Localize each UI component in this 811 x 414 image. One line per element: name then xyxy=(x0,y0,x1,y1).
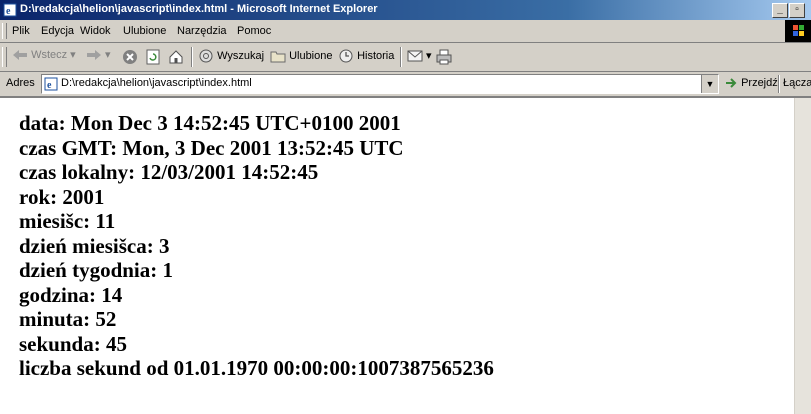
menu-bar: Plik Edycja Widok Ulubione Narzędzia Pom… xyxy=(0,20,811,43)
toolbar-separator xyxy=(191,47,193,67)
menu-pomoc[interactable]: Pomoc xyxy=(237,25,271,37)
menu-narzedzia[interactable]: Narzędzia xyxy=(177,25,227,37)
go-button[interactable]: Przejdź xyxy=(724,76,778,90)
forward-button[interactable]: ▾ xyxy=(86,48,111,62)
menu-ulubione[interactable]: Ulubione xyxy=(123,25,166,37)
menu-grip xyxy=(2,23,7,39)
favorites-folder-icon xyxy=(270,51,286,63)
print-icon[interactable] xyxy=(436,49,452,65)
back-label: Wstecz xyxy=(31,49,68,61)
line-rok: rok: 2001 xyxy=(19,184,105,209)
go-label: Przejdź xyxy=(741,76,778,89)
history-icon xyxy=(339,49,353,63)
address-input[interactable]: e D:\redakcja\helion\javascript\index.ht… xyxy=(41,74,719,94)
menu-edycja[interactable]: Edycja xyxy=(41,25,74,37)
line-data: data: Mon Dec 3 14:52:45 UTC+0100 2001 xyxy=(19,111,401,135)
page-content: data: Mon Dec 3 14:52:45 UTC+0100 2001 c… xyxy=(0,96,811,414)
line-dzien-tygodnia: dzień tygodnia: 1 xyxy=(19,258,174,282)
standard-toolbar: Wstecz ▾ ▾ Wyszukaj Ulubione Historia ▾ xyxy=(0,42,811,72)
windows-logo-icon xyxy=(785,20,811,42)
line-godzina: godzina: 14 xyxy=(19,282,123,307)
favorites-button[interactable]: Ulubione xyxy=(270,48,332,64)
svg-text:e: e xyxy=(47,80,52,91)
minimize-button[interactable]: _ xyxy=(772,3,788,18)
mail-icon xyxy=(407,50,423,62)
stop-icon[interactable] xyxy=(122,49,138,65)
chevron-down-icon[interactable]: ▼ xyxy=(701,75,718,93)
line-sekunda: sekunda: 45 xyxy=(19,331,127,356)
restore-button[interactable]: ▫ xyxy=(789,3,805,18)
toolbar-separator xyxy=(400,47,402,67)
address-label: Adres xyxy=(6,77,35,89)
ie-page-icon: e xyxy=(44,77,58,91)
line-dzien-miesiaca: dzień miesišca: 3 xyxy=(19,233,170,258)
line-miesiac: miesišc: 11 xyxy=(19,209,116,233)
address-bar: Adres e D:\redakcja\helion\javascript\in… xyxy=(0,71,811,96)
refresh-icon[interactable] xyxy=(145,49,161,65)
search-icon xyxy=(199,49,213,63)
line-czas-lokalny: czas lokalny: 12/03/2001 14:52:45 xyxy=(19,160,319,184)
back-button[interactable]: Wstecz ▾ xyxy=(12,48,76,62)
history-button[interactable]: Historia xyxy=(338,48,394,64)
home-icon[interactable] xyxy=(168,49,184,65)
line-liczba-sekund: liczba sekund od 01.01.1970 00:00:00:100… xyxy=(19,356,494,380)
search-label: Wyszukaj xyxy=(217,49,265,62)
arrow-right-icon xyxy=(87,50,101,61)
history-label: Historia xyxy=(357,49,395,62)
window-title: D:\redakcja\helion\javascript\index.html… xyxy=(20,3,378,15)
favorites-label: Ulubione xyxy=(289,49,333,62)
mail-button[interactable]: ▾ xyxy=(407,48,432,64)
title-bar: e D:\redakcja\helion\javascript\index.ht… xyxy=(0,0,811,20)
line-minuta: minuta: 52 xyxy=(19,307,117,331)
toolbar-grip xyxy=(2,47,7,67)
arrow-left-icon xyxy=(13,50,27,61)
links-button[interactable]: Łącza xyxy=(783,77,811,89)
address-value: D:\redakcja\helion\javascript\index.html xyxy=(61,77,252,89)
search-button[interactable]: Wyszukaj xyxy=(198,48,264,64)
menu-widok[interactable]: Widok xyxy=(80,25,111,37)
menu-plik[interactable]: Plik xyxy=(12,25,30,37)
date-output: data: Mon Dec 3 14:52:45 UTC+0100 2001 c… xyxy=(19,111,494,381)
links-separator xyxy=(778,75,780,93)
go-arrow-icon xyxy=(726,78,737,88)
ie-page-icon: e xyxy=(3,3,17,17)
svg-text:e: e xyxy=(6,6,11,17)
line-czas-gmt: czas GMT: Mon, 3 Dec 2001 13:52:45 UTC xyxy=(19,135,404,160)
vertical-scrollbar[interactable] xyxy=(794,98,811,414)
